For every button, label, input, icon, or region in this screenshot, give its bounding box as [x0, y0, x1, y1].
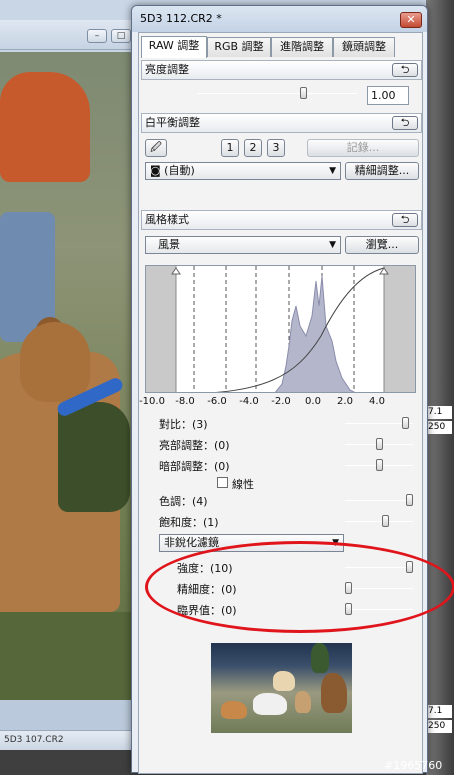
sharpen-fineness-slider-thumb[interactable]: [345, 582, 352, 594]
saturation-slider-thumb[interactable]: [381, 515, 389, 527]
photo-dog-harness: [58, 402, 130, 512]
wb-register-button[interactable]: 記錄...: [307, 139, 419, 157]
shadow-label: 暗部調整：(0): [159, 460, 230, 473]
white-balance-reset-button[interactable]: ⮌: [392, 116, 418, 130]
histogram-axis-label: 0.0: [305, 396, 321, 407]
wb-fine-tune-button[interactable]: 精細調整...: [345, 162, 419, 180]
sharpen-strength-slider[interactable]: [345, 567, 413, 568]
histogram-axis-label: -8.0: [175, 396, 195, 407]
wb-mode-select[interactable]: ◙ (自動) ▼: [145, 162, 341, 180]
white-balance-header: 白平衡調整 ⮌: [141, 113, 422, 133]
contrast-slider-thumb[interactable]: [401, 417, 409, 429]
highlight-slider-thumb[interactable]: [375, 438, 383, 450]
picture-style-select[interactable]: 風景 ▼: [145, 236, 341, 254]
picture-style-value: 風景: [158, 238, 180, 251]
chevron-down-icon: ▼: [329, 240, 336, 250]
preview-dog: [321, 673, 347, 713]
histogram-axis-label: -6.0: [207, 396, 227, 407]
maximize-button[interactable]: □: [111, 29, 131, 43]
brightness-value-field[interactable]: 1.00: [367, 86, 409, 105]
brightness-slider[interactable]: [197, 93, 357, 94]
sharpen-mode-select[interactable]: 非銳化濾鏡 ▼: [159, 534, 344, 552]
wb-preset-1-button[interactable]: 1: [221, 139, 239, 157]
white-balance-title: 白平衡調整: [145, 116, 200, 129]
sharpen-fineness-slider[interactable]: [345, 588, 413, 589]
tab-bar: RAW 調整 RGB 調整 進階調整 鏡頭調整: [141, 36, 422, 58]
brightness-reset-button[interactable]: ⮌: [392, 63, 418, 77]
histogram-axis-label: 2.0: [337, 396, 353, 407]
tab-raw[interactable]: RAW 調整: [141, 36, 207, 58]
highlight-label: 亮部調整：(0): [159, 439, 230, 452]
linear-label: 線性: [232, 478, 254, 491]
readout-aperture-2: 7.1: [428, 705, 452, 718]
saturation-slider[interactable]: [345, 521, 413, 522]
saturation-label: 飽和度：(1): [159, 516, 219, 529]
wb-preset-3-button[interactable]: 3: [267, 139, 285, 157]
sharpen-threshold-label: 臨界值：(0): [177, 604, 237, 617]
background-photo: [0, 52, 135, 700]
chevron-down-icon: ▼: [332, 538, 339, 548]
chevron-down-icon: ▼: [329, 166, 336, 176]
picture-style-title: 風格樣式: [145, 213, 189, 226]
histogram-axis-label: -4.0: [239, 396, 259, 407]
histogram-graphic: [146, 266, 415, 392]
background-status-bar: 5D3 107.CR2: [0, 730, 135, 750]
photo-person-red: [0, 72, 90, 182]
brightness-slider-thumb[interactable]: [300, 87, 307, 99]
tab-rgb[interactable]: RGB 調整: [207, 37, 271, 57]
watermark: #1965760: [384, 759, 443, 772]
close-button[interactable]: ✕: [400, 12, 422, 28]
camera-icon: ◙: [150, 164, 165, 177]
tab-lens[interactable]: 鏡頭調整: [333, 37, 395, 57]
tab-advanced[interactable]: 進階調整: [271, 37, 333, 57]
sharpen-fineness-label: 精細度：(0): [177, 583, 237, 596]
linear-checkbox[interactable]: [217, 477, 228, 488]
palette-titlebar[interactable]: 5D3 112.CR2 * ✕: [132, 6, 427, 32]
tool-palette: 5D3 112.CR2 * ✕ RAW 調整 RGB 調整 進階調整 鏡頭調整 …: [131, 5, 428, 774]
histogram-axis-label: -2.0: [271, 396, 291, 407]
sharpen-strength-label: 強度：(10): [177, 562, 233, 575]
sharpen-strength-slider-thumb[interactable]: [406, 561, 413, 573]
readout-shutter: 250: [428, 421, 452, 434]
histogram-axis-label: 4.0: [369, 396, 385, 407]
sharpen-threshold-slider-thumb[interactable]: [345, 603, 352, 615]
sharpen-threshold-slider[interactable]: [345, 609, 413, 610]
background-right-strip: 7.1 250 7.1 250: [426, 0, 454, 775]
minimize-button[interactable]: –: [87, 29, 107, 43]
color-tone-slider-thumb[interactable]: [406, 494, 413, 506]
preview-person: [311, 643, 329, 673]
tone-curve-histogram[interactable]: [145, 265, 416, 393]
readout-aperture: 7.1: [428, 406, 452, 419]
eyedropper-icon[interactable]: 🖉: [145, 139, 167, 157]
preview-dog: [295, 691, 311, 713]
readout-shutter-2: 250: [428, 720, 452, 733]
photo-dog-head: [20, 322, 90, 402]
palette-title: 5D3 112.CR2 *: [140, 12, 222, 25]
histogram-axis-label: -10.0: [139, 396, 165, 407]
shadow-slider-thumb[interactable]: [375, 459, 383, 471]
palette-content: RAW 調整 RGB 調整 進階調整 鏡頭調整 亮度調整 ⮌ 1.00 白平衡調…: [138, 32, 423, 774]
brightness-header: 亮度調整 ⮌: [141, 60, 422, 80]
color-tone-slider[interactable]: [345, 500, 413, 501]
wb-preset-2-button[interactable]: 2: [244, 139, 262, 157]
preview-dog: [221, 701, 247, 719]
preview-dog: [273, 671, 295, 691]
picture-style-header: 風格樣式 ⮌: [141, 210, 422, 230]
brightness-title: 亮度調整: [145, 63, 189, 76]
picture-style-browse-button[interactable]: 瀏覽...: [345, 236, 419, 254]
wb-mode-value: (自動): [164, 164, 195, 177]
preview-thumbnail[interactable]: [211, 643, 352, 733]
photo-grass: [0, 612, 135, 700]
preview-dog: [253, 693, 287, 715]
contrast-label: 對比：(3): [159, 418, 208, 431]
color-tone-label: 色調：(4): [159, 495, 208, 508]
picture-style-reset-button[interactable]: ⮌: [392, 213, 418, 227]
sharpen-mode-value: 非銳化濾鏡: [164, 536, 219, 549]
